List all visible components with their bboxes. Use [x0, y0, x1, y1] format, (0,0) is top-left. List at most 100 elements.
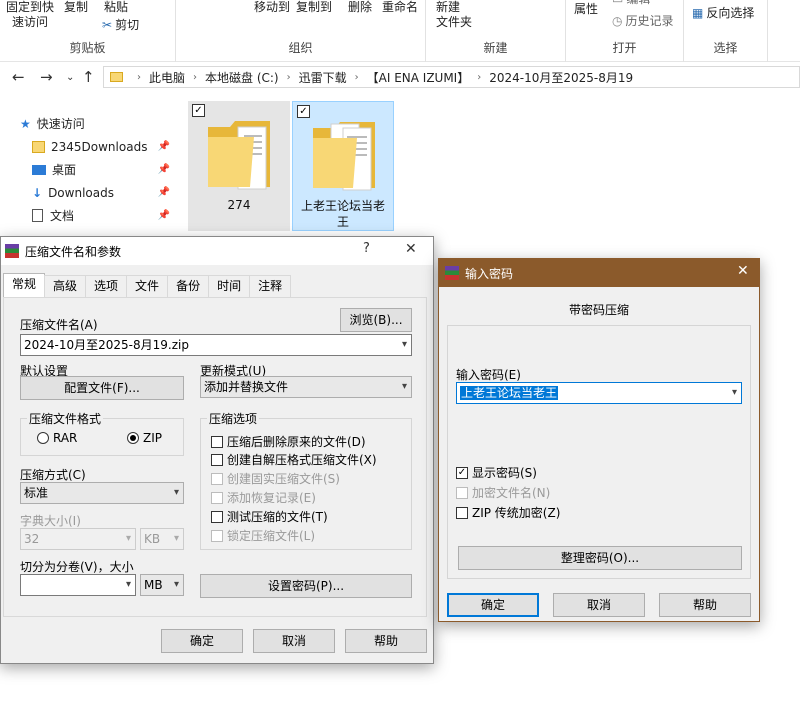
archive-dialog-titlebar[interactable]: 压缩文件名和参数 ? ✕	[1, 237, 433, 265]
split-unit-select[interactable]: MB ▾	[140, 574, 184, 596]
tab-options[interactable]: 选项	[85, 275, 128, 297]
tree-quick-access[interactable]: ★ 快速访问	[20, 112, 180, 135]
close-icon[interactable]: ✕	[737, 263, 749, 279]
dictionary-size-select[interactable]: 32 ▾	[20, 528, 136, 550]
tree-item-2345downloads[interactable]: 2345Downloads 📌	[20, 135, 180, 158]
archive-dialog-tabs: 常规 高级 选项 文件 备份 时间 注释	[3, 273, 292, 297]
history-button[interactable]: ◷ 历史记录	[612, 14, 674, 29]
tree-item-desktop[interactable]: 桌面 📌	[20, 158, 180, 181]
pin-quick-access-button[interactable]: 固定到快 速访问	[6, 0, 54, 30]
tree-item-downloads[interactable]: ↓ Downloads 📌	[20, 181, 180, 204]
forward-arrow-icon[interactable]: →	[40, 68, 53, 86]
password-dialog: 输入密码 ✕ 带密码压缩 输入密码(E) 上老王论坛当老王 ▾ ✓ 显示密码(S)…	[438, 258, 760, 622]
tree-item-documents[interactable]: 文档 📌	[20, 204, 180, 227]
crumb-local-disk[interactable]: 本地磁盘 (C:)	[205, 69, 279, 86]
recovery-record-checkbox[interactable]: 添加恢复记录(E)	[211, 489, 316, 506]
split-volumes-label: 切分为分卷(V)，大小	[20, 560, 134, 574]
pin-icon: 📌	[157, 187, 170, 198]
tab-comment[interactable]: 注释	[249, 275, 292, 297]
ribbon-group-open: 属性 ▭编辑 ◷历史记录 打开	[566, 0, 684, 62]
delete-button[interactable]: 删除	[348, 0, 372, 15]
zip-legacy-encryption-checkbox[interactable]: ZIP 传统加密(Z)	[456, 504, 560, 521]
address-bar: ← → ⌄ ↑ › 此电脑 › 本地磁盘 (C:) › 迅雷下载 › 【AI E…	[0, 62, 800, 92]
desktop-icon	[32, 164, 46, 175]
paste-button[interactable]: 粘贴	[104, 0, 128, 15]
back-arrow-icon[interactable]: ←	[12, 68, 25, 86]
test-archive-checkbox[interactable]: 测试压缩的文件(T)	[211, 508, 328, 525]
chevron-down-icon[interactable]: ▾	[174, 483, 179, 503]
split-size-input[interactable]: ▾	[20, 574, 136, 596]
folder-item-selected[interactable]: ✓ 上老王论坛当老 王	[292, 101, 394, 231]
new-folder-button[interactable]: 新建 文件夹	[436, 0, 472, 30]
password-input[interactable]: 上老王论坛当老王 ▾	[456, 382, 742, 404]
create-sfx-checkbox[interactable]: 创建自解压格式压缩文件(X)	[211, 451, 377, 468]
encrypt-filenames-checkbox[interactable]: 加密文件名(N)	[456, 484, 550, 501]
chevron-down-icon[interactable]: ▾	[174, 529, 179, 549]
chevron-down-icon[interactable]: ▾	[126, 575, 131, 595]
archive-ok-button[interactable]: 确定	[161, 629, 243, 653]
compression-method-select[interactable]: 标准 ▾	[20, 482, 184, 504]
cut-button[interactable]: ✂ 剪切	[102, 18, 139, 33]
crumb-thunder-downloads[interactable]: 迅雷下载	[299, 69, 347, 86]
password-ok-button[interactable]: 确定	[447, 593, 539, 617]
tab-files[interactable]: 文件	[126, 275, 169, 297]
profiles-button[interactable]: 配置文件(F)...	[20, 376, 184, 400]
tab-backup[interactable]: 备份	[167, 275, 210, 297]
browse-button[interactable]: 浏览(B)...	[340, 308, 412, 332]
ribbon-group-organize: 移动到 复制到 删除 重命名 组织	[176, 0, 426, 62]
organize-passwords-button[interactable]: 整理密码(O)...	[458, 546, 742, 570]
chevron-down-icon[interactable]: ▾	[402, 335, 407, 355]
chevron-down-icon[interactable]: ▾	[732, 383, 737, 403]
crumb-ai-ena-izumi[interactable]: 【AI ENA IZUMI】	[367, 69, 470, 86]
crumb-this-pc[interactable]: 此电脑	[149, 69, 185, 86]
set-password-button[interactable]: 设置密码(P)...	[200, 574, 412, 598]
ribbon-label-clipboard: 剪贴板	[69, 41, 106, 55]
format-zip-radio[interactable]: ZIP	[127, 431, 162, 445]
chevron-down-icon[interactable]: ▾	[402, 377, 407, 397]
copy-to-button[interactable]: 复制到	[296, 0, 332, 15]
archive-format-group: 压缩文件格式 RAR ZIP	[20, 410, 184, 456]
folder-label: 上老王论坛当老 王	[300, 199, 385, 229]
archive-name-dialog: 压缩文件名和参数 ? ✕ 常规 高级 选项 文件 备份 时间 注释 压缩文件名(…	[0, 236, 434, 664]
archive-filename-input[interactable]: 2024-10月至2025-8月19.zip ▾	[20, 334, 412, 356]
dictionary-unit-select[interactable]: KB ▾	[140, 528, 184, 550]
tab-time[interactable]: 时间	[208, 275, 251, 297]
archive-cancel-button[interactable]: 取消	[253, 629, 335, 653]
archive-help-button[interactable]: 帮助	[345, 629, 427, 653]
pin-icon: 📌	[157, 210, 170, 221]
folder-item-274[interactable]: ✓ 274	[188, 101, 290, 231]
properties-button[interactable]: 属性	[574, 2, 598, 17]
chevron-right-icon: ›	[137, 71, 141, 83]
delete-after-checkbox[interactable]: 压缩后删除原来的文件(D)	[211, 433, 366, 450]
help-icon[interactable]: ?	[363, 241, 370, 256]
recent-chevron-down-icon[interactable]: ⌄	[66, 72, 74, 83]
tab-general[interactable]: 常规	[3, 273, 46, 297]
show-password-checkbox[interactable]: ✓ 显示密码(S)	[456, 464, 537, 481]
chevron-right-icon: ›	[286, 71, 291, 83]
close-icon[interactable]: ✕	[405, 241, 417, 257]
chevron-right-icon: ›	[477, 71, 482, 83]
chevron-down-icon[interactable]: ▾	[126, 529, 131, 549]
password-cancel-button[interactable]: 取消	[553, 593, 645, 617]
chevron-right-icon: ›	[354, 71, 359, 83]
solid-archive-checkbox[interactable]: 创建固实压缩文件(S)	[211, 470, 340, 487]
edit-button[interactable]: ▭编辑	[612, 0, 650, 7]
format-rar-radio[interactable]: RAR	[37, 431, 77, 445]
breadcrumb[interactable]: › 此电脑 › 本地磁盘 (C:) › 迅雷下载 › 【AI ENA IZUMI…	[103, 66, 800, 88]
copy-button[interactable]: 复制	[64, 0, 88, 15]
up-arrow-icon[interactable]: ↑	[82, 68, 95, 86]
folder-icon	[110, 72, 123, 82]
tab-advanced[interactable]: 高级	[44, 275, 87, 297]
move-to-button[interactable]: 移动到	[254, 0, 290, 15]
update-mode-select[interactable]: 添加并替换文件 ▾	[200, 376, 412, 398]
lock-archive-checkbox[interactable]: 锁定压缩文件(L)	[211, 527, 315, 544]
password-help-button[interactable]: 帮助	[659, 593, 751, 617]
invert-selection-button[interactable]: ▦ 反向选择	[692, 6, 754, 21]
rename-button[interactable]: 重命名	[382, 0, 418, 15]
ribbon: 固定到快 速访问 复制 粘贴 ✂ 剪切 剪贴板 移动到 复制到 删除 重命名 组织…	[0, 0, 800, 62]
radio-on	[127, 432, 139, 444]
ribbon-label-open: 打开	[612, 41, 637, 55]
chevron-down-icon[interactable]: ▾	[174, 575, 179, 595]
password-dialog-titlebar[interactable]: 输入密码 ✕	[439, 259, 759, 287]
crumb-current-folder[interactable]: 2024-10月至2025-8月19	[489, 69, 633, 86]
